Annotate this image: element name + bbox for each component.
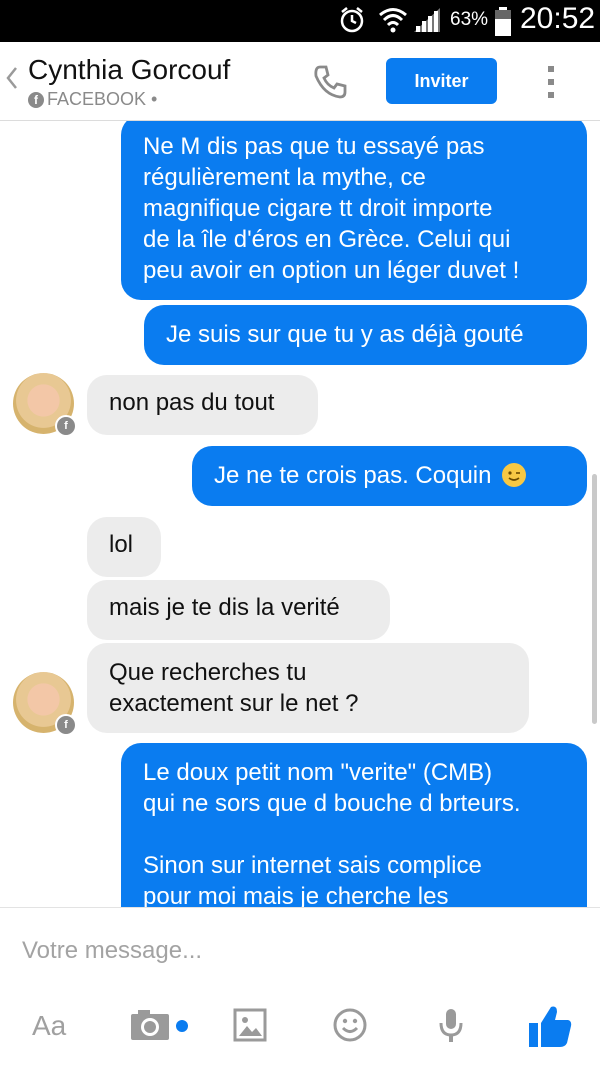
back-chevron-icon[interactable] <box>4 64 20 92</box>
message-line: pour moi mais je cherche les <box>143 883 449 907</box>
facebook-badge-icon: f <box>55 714 77 736</box>
message-line <box>143 819 565 850</box>
status-bar: 63% 20:52 <box>0 0 600 42</box>
gallery-icon[interactable] <box>233 1008 267 1042</box>
battery-percent: 63% <box>450 9 489 30</box>
message-bubble-outgoing[interactable]: Le doux petit nom "verite" (CMB) qui ne … <box>121 743 587 907</box>
alarm-icon <box>340 7 364 33</box>
camera-icon[interactable] <box>130 1008 192 1042</box>
clock: 20:52 <box>520 2 596 35</box>
contact-source: f FACEBOOK • <box>28 89 157 110</box>
battery-icon <box>495 7 511 36</box>
message-line: Le doux petit nom "verite" (CMB) <box>143 759 493 786</box>
text-format-button[interactable]: Aa <box>32 1010 66 1042</box>
message-thread[interactable]: Ne M dis pas que tu essayé pas régulière… <box>0 121 600 907</box>
scrollbar[interactable] <box>592 474 597 724</box>
message-bubble-outgoing[interactable]: Je suis sur que tu y as déjà gouté <box>144 305 587 365</box>
wink-emoji-icon <box>502 463 527 487</box>
contact-source-label: FACEBOOK • <box>47 89 158 109</box>
phone-icon[interactable] <box>312 64 348 100</box>
message-line: Sinon sur internet sais complice <box>143 852 482 879</box>
message-bubble-incoming[interactable]: lol <box>87 517 161 577</box>
conversation-header: Cynthia Gorcouf f FACEBOOK • Inviter <box>0 42 600 121</box>
message-line: de la île d'éros en Grèce. Celui qui <box>143 226 511 253</box>
microphone-icon[interactable] <box>438 1008 464 1044</box>
message-line: Je suis sur que tu y as déjà gouté <box>166 321 524 348</box>
message-bubble-incoming[interactable]: Que recherches tu exactement sur le net … <box>87 643 529 733</box>
message-line: mais je te dis la verité <box>109 594 340 621</box>
message-line: magnifique cigare tt droit importe <box>143 195 493 222</box>
more-options-icon[interactable] <box>546 64 556 100</box>
message-line: non pas du tout <box>109 389 275 416</box>
message-bubble-incoming[interactable]: non pas du tout <box>87 375 318 435</box>
message-line: lol <box>109 531 134 558</box>
message-line: Je ne te crois pas. Coquin <box>214 462 492 489</box>
composer: Aa <box>0 907 600 1068</box>
message-bubble-outgoing[interactable]: Je ne te crois pas. Coquin <box>192 446 587 506</box>
signal-icon <box>414 8 440 32</box>
like-thumb-icon[interactable] <box>527 1003 573 1049</box>
facebook-badge-icon: f <box>55 415 77 437</box>
emoji-icon[interactable] <box>333 1008 367 1042</box>
message-line: Que recherches tu <box>109 659 307 686</box>
message-bubble-outgoing[interactable]: Ne M dis pas que tu essayé pas régulière… <box>121 121 587 300</box>
message-input[interactable] <box>20 930 584 972</box>
facebook-icon: f <box>28 91 44 108</box>
wifi-icon <box>379 8 407 33</box>
contact-avatar[interactable]: f <box>13 672 77 736</box>
message-line: régulièrement la mythe, ce <box>143 164 426 191</box>
message-bubble-incoming[interactable]: mais je te dis la verité <box>87 580 390 640</box>
invite-button[interactable]: Inviter <box>386 58 497 104</box>
message-line: exactement sur le net ? <box>109 690 359 717</box>
message-line: Ne M dis pas que tu essayé pas <box>143 133 485 160</box>
message-line: peu avoir en option un léger duvet ! <box>143 257 520 284</box>
contact-avatar[interactable]: f <box>13 373 77 437</box>
contact-name[interactable]: Cynthia Gorcouf <box>28 54 230 86</box>
message-line: qui ne sors que d bouche d brteurs. <box>143 790 521 817</box>
